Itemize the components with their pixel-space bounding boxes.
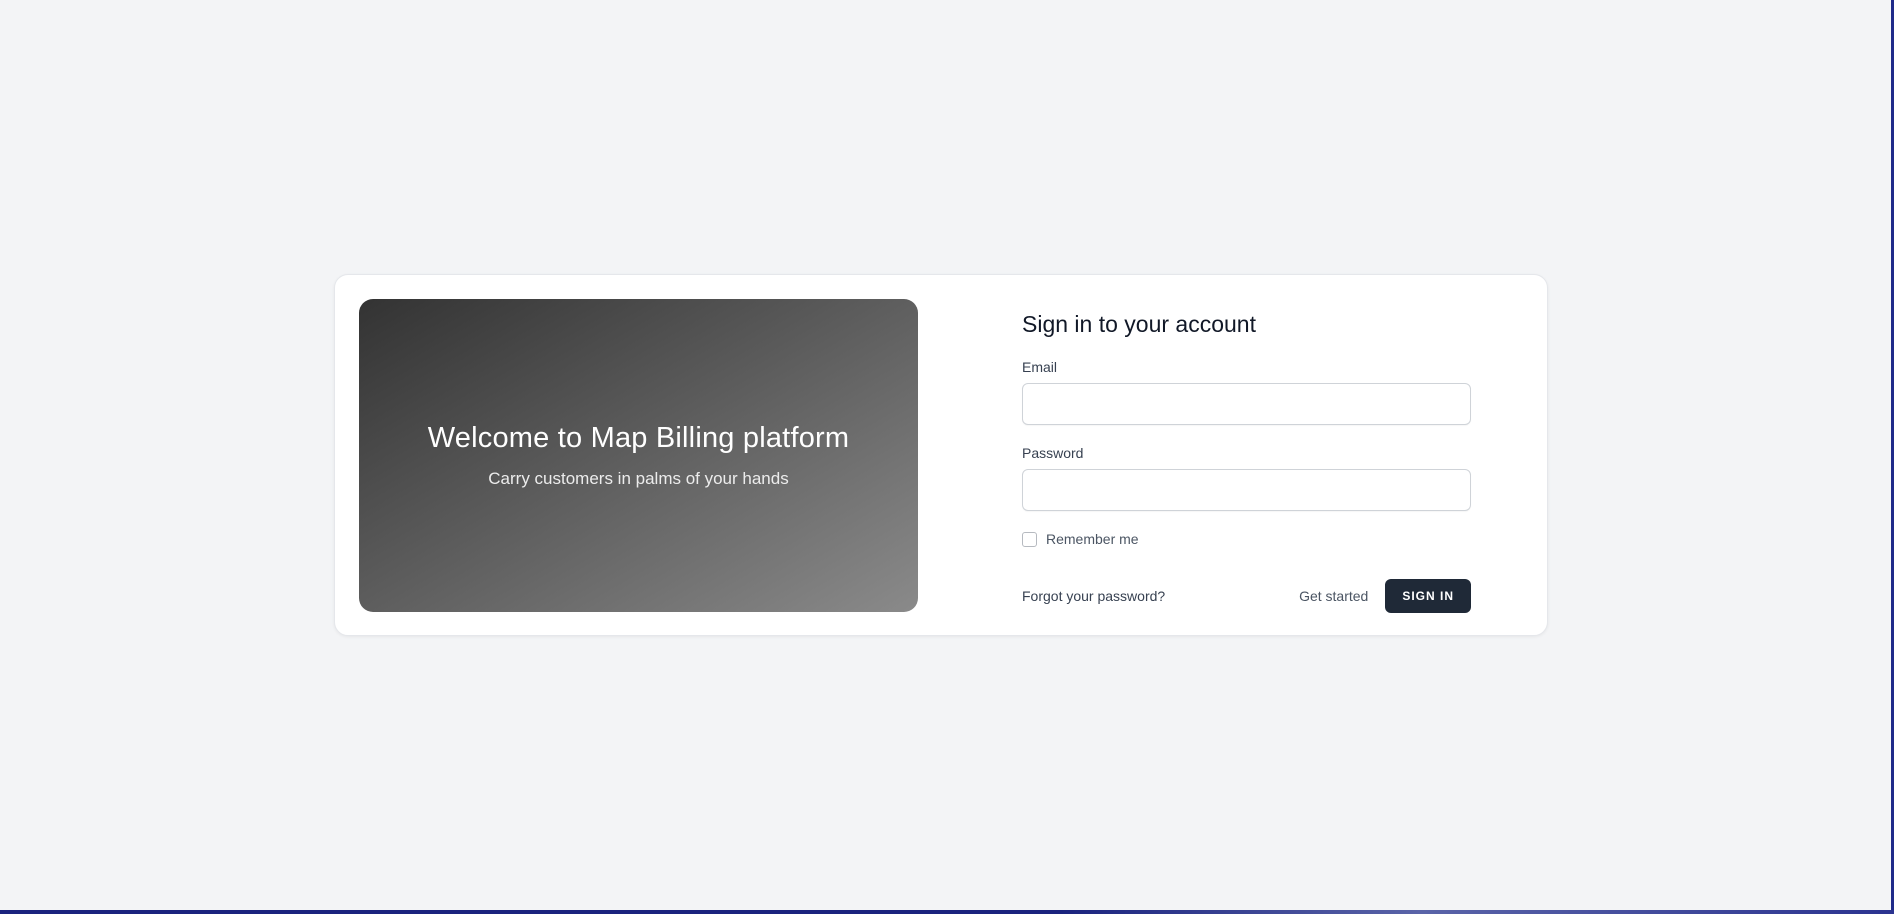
login-card: Welcome to Map Billing platform Carry cu… (334, 274, 1548, 636)
welcome-title: Welcome to Map Billing platform (427, 422, 850, 454)
welcome-banner: Welcome to Map Billing platform Carry cu… (359, 299, 918, 612)
password-label: Password (1022, 445, 1084, 461)
email-label: Email (1022, 359, 1058, 375)
forgot-password-link[interactable]: Forgot your password? (1022, 588, 1165, 604)
signin-button[interactable]: SIGN IN (1385, 579, 1471, 613)
welcome-subtitle: Carry customers in palms of your hands (488, 469, 789, 488)
remember-row: Remember me (1022, 529, 1471, 549)
window-border-bottom (0, 910, 1894, 914)
password-group: Password (1022, 445, 1471, 511)
email-field[interactable] (1022, 383, 1471, 425)
password-field[interactable] (1022, 469, 1471, 511)
actions-row: Forgot your password? Get started SIGN I… (1022, 579, 1471, 613)
signin-form: Sign in to your account Email Password R… (1022, 307, 1471, 613)
email-group: Email (1022, 359, 1471, 425)
form-title: Sign in to your account (1022, 311, 1256, 337)
remember-checkbox[interactable] (1022, 531, 1037, 547)
get-started-link[interactable]: Get started (1299, 588, 1368, 604)
remember-label[interactable]: Remember me (1046, 531, 1139, 547)
